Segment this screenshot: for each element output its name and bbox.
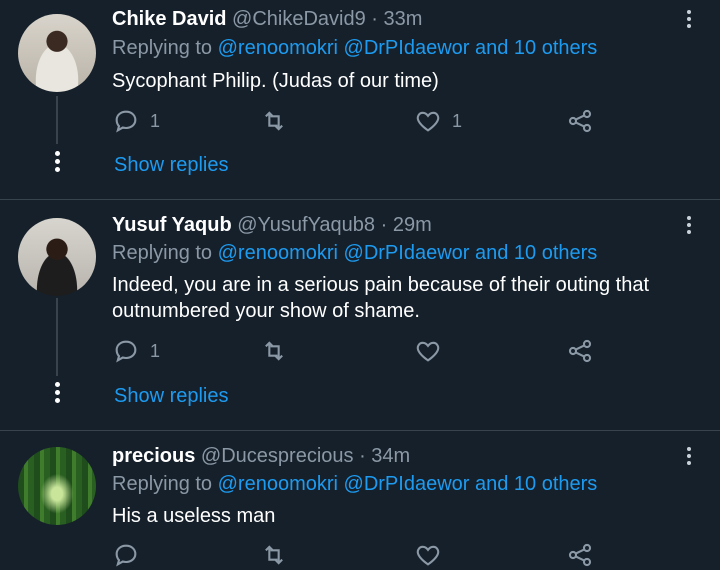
- replying-to: Replying to @renoomokri @DrPIdaewor and …: [112, 242, 597, 265]
- avatar[interactable]: [18, 218, 96, 296]
- retweet-icon: [265, 341, 283, 361]
- display-name[interactable]: precious: [112, 445, 195, 467]
- replying-to: Replying to @renoomokri @DrPIdaewor and …: [112, 37, 597, 60]
- reply-button[interactable]: 1: [112, 106, 160, 136]
- tweet-text: Sycophant Philip. (Judas of our time): [112, 70, 439, 92]
- reply-button[interactable]: [112, 540, 150, 570]
- share-button[interactable]: [566, 336, 594, 366]
- reply-count: 1: [150, 340, 161, 361]
- retweet-icon: [265, 545, 283, 565]
- reply-count: 1: [150, 110, 161, 131]
- retweet-icon: [265, 111, 283, 131]
- heart-icon: [416, 545, 440, 566]
- avatar[interactable]: [18, 447, 96, 525]
- thread-dots-icon: [51, 151, 63, 175]
- mentions-link[interactable]: @renoomokri @DrPIdaewor and 10 others: [218, 473, 598, 495]
- more-vertical-icon[interactable]: [683, 216, 695, 237]
- show-replies-link[interactable]: Show replies: [114, 154, 229, 177]
- tweet-actions: [112, 540, 612, 570]
- tweet[interactable]: Yusuf Yaqub @YusufYaqub8 · 29m Replying …: [0, 200, 720, 430]
- user-handle[interactable]: @Ducesprecious: [201, 445, 354, 467]
- retweet-button[interactable]: [260, 336, 298, 366]
- retweet-button[interactable]: [260, 106, 298, 136]
- heart-icon: [416, 341, 440, 362]
- user-handle[interactable]: @ChikeDavid9: [232, 8, 366, 30]
- like-button[interactable]: 1: [414, 106, 462, 136]
- more-vertical-icon[interactable]: [683, 10, 695, 31]
- show-replies-link[interactable]: Show replies: [114, 385, 229, 408]
- avatar[interactable]: [18, 14, 96, 92]
- tweet-actions: 1: [112, 336, 612, 366]
- mentions-link[interactable]: @renoomokri @DrPIdaewor and 10 others: [218, 37, 598, 59]
- mentions-link[interactable]: @renoomokri @DrPIdaewor and 10 others: [218, 242, 598, 264]
- reply-icon: [115, 110, 137, 133]
- replying-to: Replying to @renoomokri @DrPIdaewor and …: [112, 473, 597, 496]
- user-handle[interactable]: @YusufYaqub8: [237, 214, 375, 236]
- replying-prefix: Replying to: [112, 37, 218, 59]
- separator: ·: [375, 214, 393, 236]
- tweet-header: Yusuf Yaqub @YusufYaqub8 · 29m: [112, 214, 432, 237]
- share-button[interactable]: [566, 540, 594, 570]
- retweet-button[interactable]: [260, 540, 298, 570]
- tweet[interactable]: precious @Ducesprecious · 34m Replying t…: [0, 431, 720, 567]
- share-icon: [568, 339, 592, 363]
- replying-prefix: Replying to: [112, 473, 218, 495]
- timestamp[interactable]: 29m: [393, 214, 432, 236]
- share-icon: [568, 543, 592, 567]
- timestamp[interactable]: 34m: [371, 445, 410, 467]
- tweet-header: Chike David @ChikeDavid9 · 33m: [112, 8, 422, 31]
- share-button[interactable]: [566, 106, 594, 136]
- like-button[interactable]: [414, 540, 452, 570]
- reply-button[interactable]: 1: [112, 336, 160, 366]
- thread-line: [56, 298, 58, 376]
- like-count: 1: [452, 110, 463, 131]
- thread-dots-icon: [51, 382, 63, 406]
- replying-prefix: Replying to: [112, 242, 218, 264]
- heart-icon: [416, 111, 440, 132]
- like-button[interactable]: [414, 336, 452, 366]
- thread-line: [56, 96, 58, 144]
- tweet[interactable]: Chike David @ChikeDavid9 · 33m Replying …: [0, 0, 720, 200]
- tweet-text: Indeed, you are in a serious pain becaus…: [112, 274, 650, 322]
- reply-icon: [115, 544, 137, 567]
- separator: ·: [365, 8, 384, 30]
- display-name[interactable]: Yusuf Yaqub: [112, 214, 232, 236]
- display-name[interactable]: Chike David: [112, 8, 226, 30]
- more-vertical-icon[interactable]: [683, 447, 695, 468]
- tweet-actions: 1 1: [112, 106, 612, 136]
- timestamp[interactable]: 33m: [384, 8, 423, 30]
- separator: ·: [353, 445, 372, 467]
- tweet-text: His a useless man: [112, 505, 276, 527]
- reply-icon: [115, 340, 137, 363]
- share-icon: [568, 109, 592, 133]
- tweet-header: precious @Ducesprecious · 34m: [112, 445, 410, 468]
